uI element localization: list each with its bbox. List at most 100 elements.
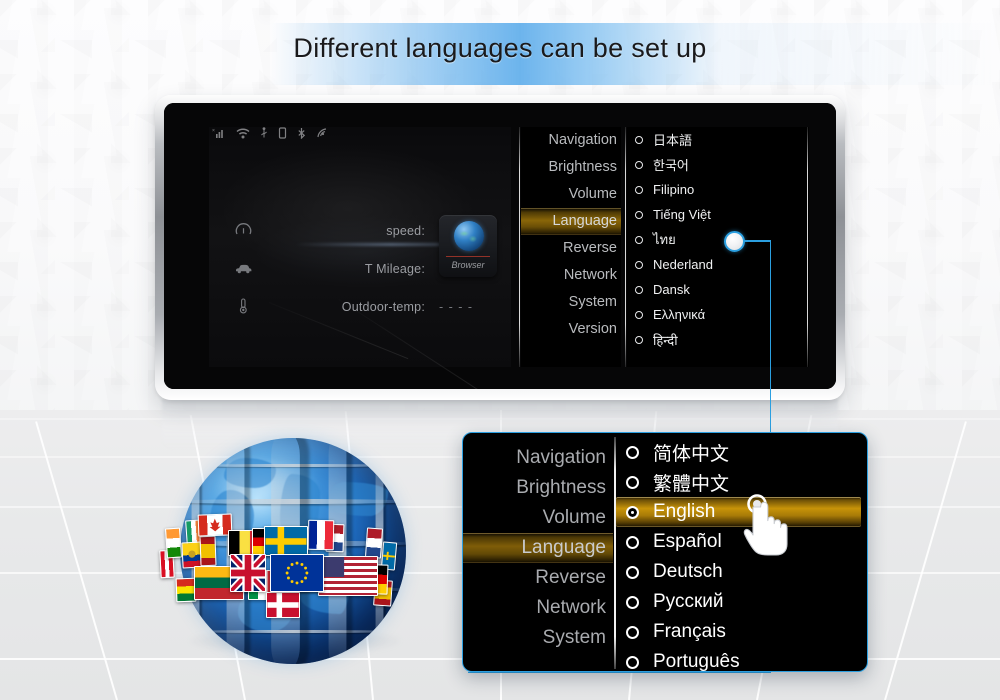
sim-card-icon — [278, 127, 287, 141]
zoom-language-option[interactable]: Português — [616, 647, 867, 672]
language-option-label: 日本語 — [653, 133, 693, 148]
language-list[interactable]: 日本語 한국어 Filipino Tiếng Việt ไทย Nederland Dans… — [627, 127, 809, 367]
app-tile-divider — [446, 256, 490, 257]
zoom-language-option[interactable]: Русский — [616, 587, 867, 617]
language-option-label: हिन्दी — [653, 332, 678, 348]
settings-menu-item-navigation[interactable]: Navigation — [521, 127, 621, 154]
zoom-settings-menu-item-brightness[interactable]: Brightness — [463, 473, 613, 503]
zoom-settings-menu-item-reverse[interactable]: Reverse — [463, 563, 613, 593]
zoom-language-option-label: Deutsch — [653, 561, 723, 582]
dashboard-row: Outdoor-temp: - - - - — [229, 288, 479, 326]
radio-button-icon[interactable] — [626, 475, 639, 489]
radio-button-icon[interactable] — [626, 445, 639, 459]
zoom-language-option[interactable]: Deutsch — [616, 557, 867, 587]
wifi-icon — [236, 127, 250, 141]
radio-button-icon[interactable] — [635, 160, 643, 169]
signal-icon: × — [212, 127, 226, 141]
radio-button-icon[interactable] — [635, 260, 643, 269]
flag-netherlands — [364, 527, 384, 559]
callout-line-horizontal — [744, 240, 771, 242]
language-option[interactable]: ไทย — [627, 227, 809, 252]
settings-menu-item-volume[interactable]: Volume — [521, 181, 621, 208]
zoom-language-option-label: Русский — [653, 591, 724, 612]
zoom-language-option[interactable]: 繁體中文 — [616, 467, 867, 497]
flag-united-kingdom — [230, 554, 266, 592]
language-option[interactable]: Nederland — [627, 252, 809, 277]
zoom-language-option[interactable]: 简体中文 — [616, 437, 867, 467]
settings-menu-item-reverse[interactable]: Reverse — [521, 235, 621, 262]
flag-denmark — [266, 592, 300, 618]
zoom-language-option-label: Español — [653, 531, 722, 552]
settings-menu-item-language[interactable]: Language — [521, 208, 621, 235]
language-option[interactable]: Tiếng Việt — [627, 202, 809, 227]
radio-button-icon[interactable] — [626, 595, 639, 609]
car-icon — [229, 261, 257, 277]
zoom-settings-menu-item-language[interactable]: Language — [463, 533, 613, 563]
language-option-label: ไทย — [653, 232, 676, 247]
page-title: Different languages can be set up — [293, 33, 707, 63]
language-option-label: Dansk — [653, 282, 690, 297]
zoom-language-option-label: Português — [653, 651, 740, 672]
radio-button-icon[interactable] — [635, 210, 643, 219]
flag-european-union — [270, 554, 324, 592]
usb-icon — [260, 127, 268, 141]
zoom-language-option-label: 简体中文 — [653, 443, 730, 465]
radio-button-icon[interactable] — [635, 235, 643, 244]
thermometer-icon — [229, 297, 257, 317]
status-bar: × — [212, 127, 328, 141]
settings-menu-item-system[interactable]: System — [521, 289, 621, 316]
language-option[interactable]: Filipino — [627, 177, 809, 202]
radio-button-icon[interactable] — [626, 655, 639, 669]
radio-button-icon[interactable] — [635, 135, 643, 144]
flag-spain — [199, 535, 217, 567]
radio-button-icon[interactable] — [635, 285, 643, 294]
language-option[interactable]: 한국어 — [627, 152, 809, 177]
zoomed-language-settings-panel: Navigation Brightness Volume Language Revers… — [462, 432, 868, 672]
cast-icon — [316, 127, 328, 141]
zoom-settings-menu-item-navigation[interactable]: Navigation — [463, 443, 613, 473]
speedometer-icon — [229, 222, 257, 240]
settings-menu-item-version[interactable]: Version — [521, 316, 621, 343]
menu-divider-right — [625, 127, 626, 367]
language-option[interactable]: हिन्दी — [627, 327, 809, 352]
radio-button-icon[interactable] — [626, 625, 639, 639]
zoom-language-option-label: 繁體中文 — [653, 473, 730, 495]
radio-button-icon[interactable] — [635, 310, 643, 319]
radio-button-icon[interactable] — [635, 185, 643, 194]
flag-sweden — [264, 526, 308, 556]
dashboard-label: Outdoor-temp: — [341, 300, 425, 314]
svg-text:×: × — [212, 128, 215, 134]
zoom-language-option[interactable]: English — [616, 497, 861, 527]
zoom-settings-menu-item-volume[interactable]: Volume — [463, 503, 613, 533]
dashboard-label: speed: — [386, 224, 425, 238]
flag-france — [307, 519, 335, 551]
radio-button-icon[interactable] — [635, 335, 643, 344]
settings-menu-item-network[interactable]: Network — [521, 262, 621, 289]
language-option[interactable]: Dansk — [627, 277, 809, 302]
language-option[interactable]: 日本語 — [627, 127, 809, 152]
globe-icon — [454, 221, 484, 251]
language-option-label: 한국어 — [653, 158, 689, 173]
zoom-language-option-label: Français — [653, 621, 726, 642]
language-option[interactable]: Ελληνικά — [627, 302, 809, 327]
zoom-settings-menu-item-system[interactable]: System — [463, 623, 613, 653]
flag-usa — [318, 556, 378, 596]
menu-divider-far-right — [807, 127, 808, 367]
settings-menu-item-brightness[interactable]: Brightness — [521, 154, 621, 181]
screen-canvas: × speed:- - - -T Mileage:- - - -Outdoor-… — [209, 127, 809, 389]
language-option-label: Nederland — [653, 257, 713, 272]
pointing-hand-cursor — [742, 494, 798, 556]
dashboard-value: - - - - — [439, 300, 474, 314]
language-option-label: Tiếng Việt — [653, 207, 711, 222]
app-tile-browser[interactable]: Browser — [439, 215, 497, 277]
zoom-settings-menu-item-network[interactable]: Network — [463, 593, 613, 623]
settings-menu[interactable]: Navigation Brightness Volume Language Revers… — [521, 127, 621, 367]
radio-button-icon[interactable] — [626, 535, 639, 549]
language-option-label: Filipino — [653, 182, 695, 197]
zoom-settings-menu[interactable]: Navigation Brightness Volume Language Revers… — [463, 433, 613, 671]
radio-button-icon[interactable] — [626, 565, 639, 579]
menu-divider-left — [519, 127, 520, 367]
radio-button-icon[interactable] — [626, 505, 639, 519]
zoom-language-option[interactable]: Français — [616, 617, 867, 647]
globe-with-flags-graphic — [158, 432, 430, 670]
